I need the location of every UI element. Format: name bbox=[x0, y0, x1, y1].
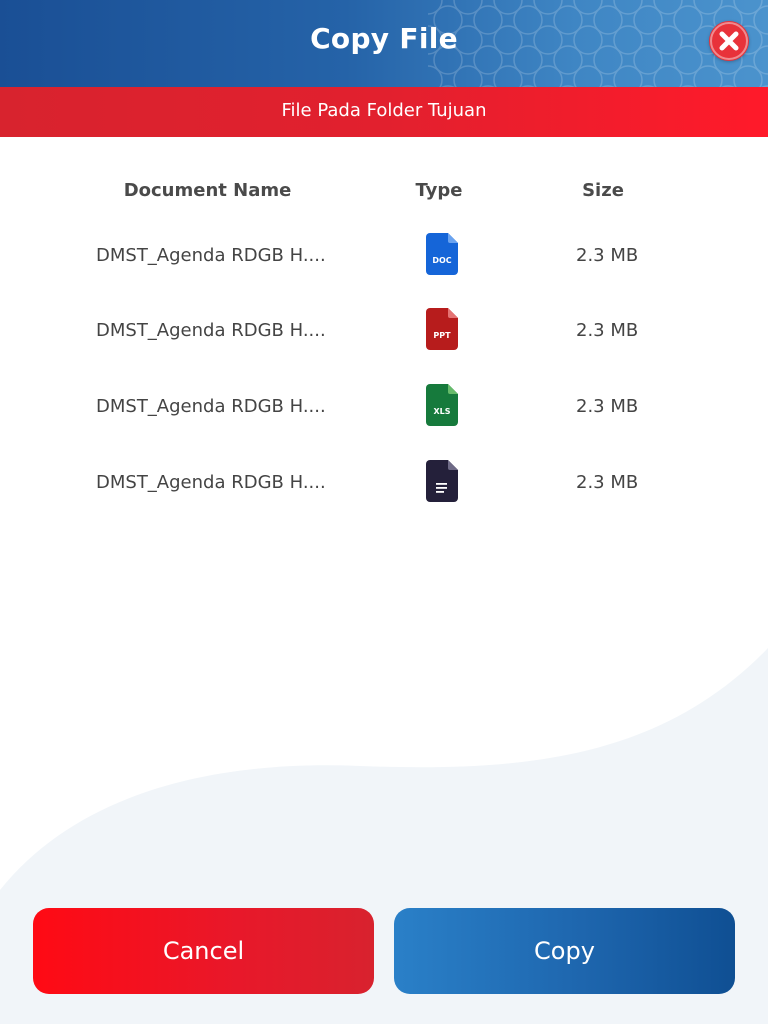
svg-text:XLS: XLS bbox=[433, 407, 450, 416]
size-cell: 2.3 MB bbox=[576, 472, 639, 493]
dialog-header: Copy File bbox=[0, 0, 768, 87]
column-header-size: Size bbox=[582, 180, 624, 201]
size-cell: 2.3 MB bbox=[576, 245, 639, 266]
table-row: DMST_Agenda RDGB H.... PPT 2.3 MB bbox=[0, 308, 768, 368]
document-name-cell: DMST_Agenda RDGB H.... bbox=[96, 245, 326, 266]
document-name-cell: DMST_Agenda RDGB H.... bbox=[96, 320, 326, 341]
copy-button[interactable]: Copy bbox=[394, 908, 735, 994]
column-header-type: Type bbox=[415, 180, 463, 201]
text-file-icon bbox=[426, 460, 458, 502]
dialog-title: Copy File bbox=[310, 22, 458, 55]
close-button[interactable] bbox=[709, 21, 749, 61]
document-name-cell: DMST_Agenda RDGB H.... bbox=[96, 472, 326, 493]
size-cell: 2.3 MB bbox=[576, 320, 639, 341]
doc-file-icon: DOC bbox=[426, 233, 458, 275]
xls-file-icon: XLS bbox=[426, 384, 458, 426]
table-header: Document Name Type Size bbox=[0, 180, 768, 208]
close-x-circle-icon bbox=[710, 22, 748, 60]
table-row: DMST_Agenda RDGB H.... XLS 2.3 MB bbox=[0, 384, 768, 444]
column-header-document-name: Document Name bbox=[123, 180, 292, 201]
ppt-file-icon: PPT bbox=[426, 308, 458, 350]
table-row: DMST_Agenda RDGB H.... DOC 2.3 MB bbox=[0, 233, 768, 293]
size-cell: 2.3 MB bbox=[576, 396, 639, 417]
cancel-button[interactable]: Cancel bbox=[33, 908, 374, 994]
document-name-cell: DMST_Agenda RDGB H.... bbox=[96, 396, 326, 417]
svg-text:DOC: DOC bbox=[432, 256, 451, 265]
svg-text:PPT: PPT bbox=[433, 331, 451, 340]
table-row: DMST_Agenda RDGB H.... 2.3 MB bbox=[0, 460, 768, 520]
destination-folder-banner: File Pada Folder Tujuan bbox=[0, 87, 768, 137]
